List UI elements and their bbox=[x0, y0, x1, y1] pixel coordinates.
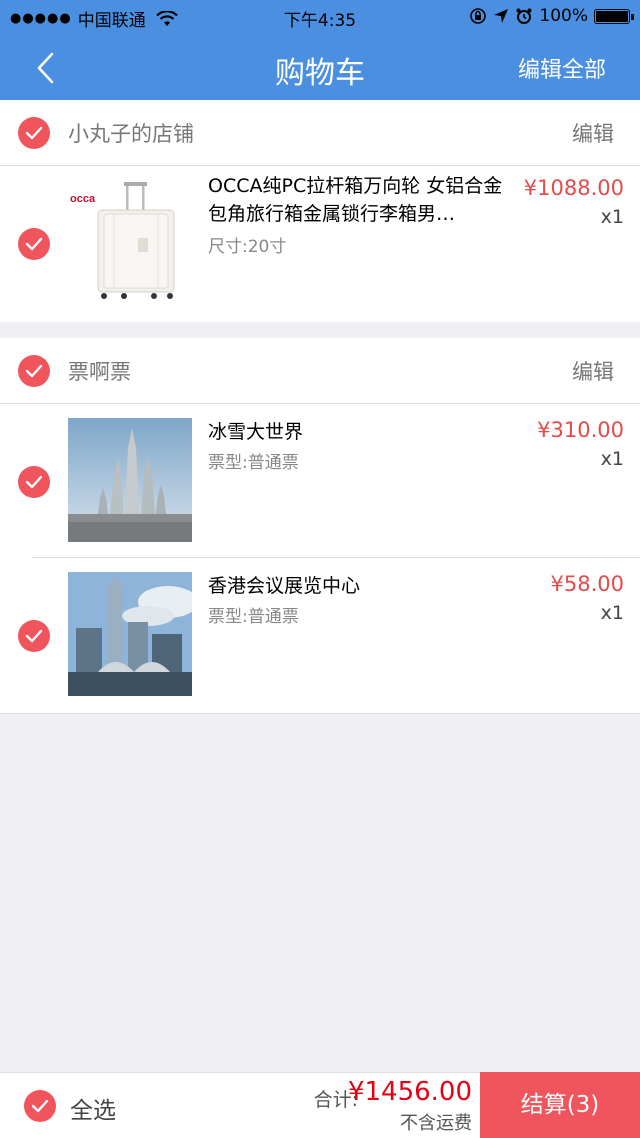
item-title[interactable]: 冰雪大世界 bbox=[208, 418, 508, 446]
rotation-lock-icon bbox=[470, 8, 487, 24]
hk-convention-centre-image bbox=[68, 572, 192, 696]
item-price: ¥1088.00 bbox=[523, 176, 624, 200]
cart-item[interactable]: 冰雪大世界 票型:普通票 ¥310.00 x1 bbox=[18, 404, 640, 558]
item-title[interactable]: 香港会议展览中心 bbox=[208, 572, 508, 600]
battery-icon bbox=[594, 8, 634, 24]
item-price: ¥58.00 bbox=[550, 572, 624, 596]
select-all-checkbox[interactable] bbox=[24, 1090, 56, 1122]
checkmark-icon bbox=[25, 475, 43, 489]
shop-edit-button[interactable]: 编辑 bbox=[572, 356, 614, 386]
shop-card: 票啊票 编辑 冰雪大世界 票型:普通票 ¥310.00 x1 香港会议展览中心 … bbox=[0, 338, 640, 714]
battery-percent: 100% bbox=[539, 6, 588, 26]
item-quantity: x1 bbox=[600, 602, 624, 624]
product-image[interactable] bbox=[68, 418, 192, 542]
checkmark-icon bbox=[25, 126, 43, 140]
shop-checkbox[interactable] bbox=[18, 117, 50, 149]
checkout-button[interactable]: 结算(3) bbox=[480, 1072, 640, 1138]
nav-bar: 购物车 编辑全部 bbox=[0, 34, 640, 100]
item-spec: 尺寸:20寸 bbox=[208, 237, 287, 257]
checkmark-icon bbox=[25, 364, 43, 378]
shop-name[interactable]: 票啊票 bbox=[68, 356, 131, 386]
item-quantity: x1 bbox=[600, 448, 624, 470]
shop-name[interactable]: 小丸子的店铺 bbox=[68, 118, 194, 148]
item-spec: 票型:普通票 bbox=[208, 453, 299, 473]
shop-header: 小丸子的店铺 编辑 bbox=[0, 100, 640, 166]
checkmark-icon bbox=[31, 1099, 49, 1113]
item-quantity: x1 bbox=[600, 206, 624, 228]
checkout-bar: 全选 合计: ¥1456.00 不含运费 结算(3) bbox=[0, 1072, 640, 1138]
brand-logo: occa bbox=[70, 193, 96, 205]
checkmark-icon bbox=[25, 629, 43, 643]
total-amount: ¥1456.00 bbox=[347, 1077, 472, 1107]
cart-item[interactable]: 香港会议展览中心 票型:普通票 ¥58.00 x1 bbox=[18, 558, 640, 712]
item-checkbox[interactable] bbox=[18, 466, 50, 498]
location-icon bbox=[494, 9, 509, 23]
suitcase-image: occa bbox=[70, 182, 175, 299]
item-price: ¥310.00 bbox=[537, 418, 624, 442]
select-all-label[interactable]: 全选 bbox=[70, 1091, 116, 1125]
item-checkbox[interactable] bbox=[18, 228, 50, 260]
shop-header: 票啊票 编辑 bbox=[0, 338, 640, 404]
shop-checkbox[interactable] bbox=[18, 355, 50, 387]
cart-item[interactable]: occa OCCA纯PC拉杆箱万向轮 女铝合金包角旅行箱金属锁行李箱男… 尺寸:… bbox=[0, 166, 640, 320]
alarm-icon bbox=[516, 8, 532, 24]
ice-castle-image bbox=[68, 418, 192, 542]
item-checkbox[interactable] bbox=[18, 620, 50, 652]
edit-all-button[interactable]: 编辑全部 bbox=[518, 52, 606, 84]
product-image[interactable]: occa bbox=[68, 180, 192, 304]
status-bar: ●●●●● 中国联通 下午4:35 100% bbox=[0, 0, 640, 34]
shop-edit-button[interactable]: 编辑 bbox=[572, 118, 614, 148]
product-image[interactable] bbox=[68, 572, 192, 696]
shop-card: 小丸子的店铺 编辑 occa OCCA纯PC拉杆箱万向轮 女铝合金包角旅行箱金属… bbox=[0, 100, 640, 322]
item-spec: 票型:普通票 bbox=[208, 607, 299, 627]
item-title[interactable]: OCCA纯PC拉杆箱万向轮 女铝合金包角旅行箱金属锁行李箱男… bbox=[208, 172, 508, 228]
freight-note: 不含运费 bbox=[400, 1113, 472, 1134]
checkmark-icon bbox=[25, 237, 43, 251]
